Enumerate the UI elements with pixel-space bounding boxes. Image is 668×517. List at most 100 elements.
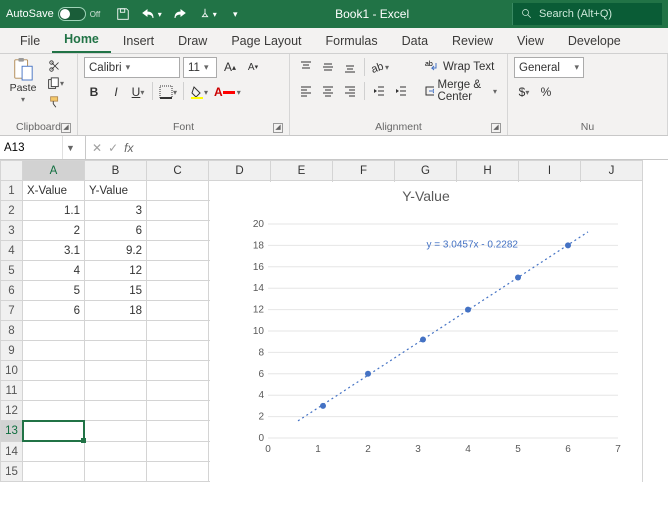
italic-button[interactable]: I — [106, 82, 126, 102]
row-header-12[interactable]: 12 — [1, 401, 23, 421]
row-header-11[interactable]: 11 — [1, 381, 23, 401]
col-header-H[interactable]: H — [457, 161, 519, 181]
cell-B10[interactable] — [85, 361, 147, 381]
orientation-button[interactable]: ab▾ — [369, 57, 391, 77]
cell-B9[interactable] — [85, 341, 147, 361]
cell-A2[interactable]: 1.1 — [23, 201, 85, 221]
cut-button[interactable] — [44, 57, 66, 74]
col-header-J[interactable]: J — [581, 161, 643, 181]
font-color-button[interactable]: A▾ — [212, 82, 243, 102]
cell-C2[interactable] — [147, 201, 209, 221]
align-center-button[interactable] — [318, 81, 338, 101]
cell-A1[interactable]: X-Value — [23, 181, 85, 201]
clipboard-dialog-launcher[interactable]: ◢ — [61, 123, 71, 133]
row-header-13[interactable]: 13 — [1, 421, 23, 442]
paste-button[interactable]: Paste ▾ — [6, 57, 40, 110]
cell-C12[interactable] — [147, 401, 209, 421]
tab-draw[interactable]: Draw — [166, 30, 219, 53]
bold-button[interactable]: B — [84, 82, 104, 102]
cell-A12[interactable] — [23, 401, 85, 421]
name-box-input[interactable] — [0, 142, 62, 154]
insert-function-button[interactable]: fx — [124, 141, 133, 155]
tab-file[interactable]: File — [8, 30, 52, 53]
formula-input[interactable] — [139, 136, 668, 159]
col-header-D[interactable]: D — [209, 161, 271, 181]
name-box-dropdown[interactable]: ▼ — [62, 136, 78, 159]
cell-B13[interactable] — [85, 421, 147, 442]
alignment-dialog-launcher[interactable]: ◢ — [491, 123, 501, 133]
wrap-text-button[interactable]: abWrap Text — [421, 57, 501, 77]
row-header-7[interactable]: 7 — [1, 301, 23, 321]
increase-font-button[interactable]: A▴ — [220, 57, 240, 77]
fill-color-button[interactable]: ▾ — [188, 82, 210, 102]
cell-C6[interactable] — [147, 281, 209, 301]
tab-view[interactable]: View — [505, 30, 556, 53]
decrease-indent-button[interactable] — [369, 81, 389, 101]
tab-review[interactable]: Review — [440, 30, 505, 53]
cell-A5[interactable]: 4 — [23, 261, 85, 281]
cell-C14[interactable] — [147, 442, 209, 462]
align-right-button[interactable] — [340, 81, 360, 101]
font-size-select[interactable]: 11▾ — [183, 57, 217, 78]
touch-mode-button[interactable]: ▾ — [194, 3, 220, 25]
row-header-8[interactable]: 8 — [1, 321, 23, 341]
borders-button[interactable]: ▾ — [157, 82, 179, 102]
tab-formulas[interactable]: Formulas — [314, 30, 390, 53]
cell-A10[interactable] — [23, 361, 85, 381]
row-header-3[interactable]: 3 — [1, 221, 23, 241]
align-bottom-button[interactable] — [340, 57, 360, 77]
cell-B4[interactable]: 9.2 — [85, 241, 147, 261]
cell-A7[interactable]: 6 — [23, 301, 85, 321]
cell-B7[interactable]: 18 — [85, 301, 147, 321]
cell-C10[interactable] — [147, 361, 209, 381]
cell-C9[interactable] — [147, 341, 209, 361]
col-header-E[interactable]: E — [271, 161, 333, 181]
cell-C8[interactable] — [147, 321, 209, 341]
underline-button[interactable]: U▾ — [128, 82, 148, 102]
cell-C3[interactable] — [147, 221, 209, 241]
cell-A11[interactable] — [23, 381, 85, 401]
cell-A13[interactable] — [23, 421, 84, 441]
autosave-toggle[interactable]: AutoSave Off — [0, 7, 106, 21]
cell-C5[interactable] — [147, 261, 209, 281]
cell-A8[interactable] — [23, 321, 85, 341]
row-header-14[interactable]: 14 — [1, 442, 23, 462]
cell-C11[interactable] — [147, 381, 209, 401]
align-left-button[interactable] — [296, 81, 316, 101]
cell-B15[interactable] — [85, 462, 147, 482]
number-format-select[interactable]: General▾ — [514, 57, 584, 78]
save-button[interactable] — [110, 3, 136, 25]
search-box[interactable]: Search (Alt+Q) — [512, 3, 662, 25]
col-header-C[interactable]: C — [147, 161, 209, 181]
cell-B11[interactable] — [85, 381, 147, 401]
cell-C1[interactable] — [147, 181, 209, 201]
cell-A4[interactable]: 3.1 — [23, 241, 85, 261]
qat-customize-button[interactable]: ▾ — [222, 3, 248, 25]
font-dialog-launcher[interactable]: ◢ — [273, 123, 283, 133]
enter-formula-icon[interactable]: ✓ — [108, 141, 118, 155]
redo-button[interactable] — [166, 3, 192, 25]
cell-A3[interactable]: 2 — [23, 221, 85, 241]
decrease-font-button[interactable]: A▾ — [243, 57, 263, 77]
merge-center-button[interactable]: Merge & Center▾ — [421, 81, 501, 101]
align-top-button[interactable] — [296, 57, 316, 77]
cell-A15[interactable] — [23, 462, 85, 482]
cell-B12[interactable] — [85, 401, 147, 421]
cell-B8[interactable] — [85, 321, 147, 341]
cell-C13[interactable] — [147, 421, 209, 442]
cell-B1[interactable]: Y-Value — [85, 181, 147, 201]
worksheet-grid[interactable]: ABCDEFGHIJ1X-ValueY-Value21.1332643.19.2… — [0, 160, 668, 517]
cell-B3[interactable]: 6 — [85, 221, 147, 241]
autosave-switch-icon[interactable] — [58, 7, 86, 21]
cell-A14[interactable] — [23, 442, 85, 462]
accounting-format-button[interactable]: $▾ — [514, 82, 534, 102]
row-header-15[interactable]: 15 — [1, 462, 23, 482]
undo-button[interactable]: ▾ — [138, 3, 164, 25]
cell-A9[interactable] — [23, 341, 85, 361]
cell-B2[interactable]: 3 — [85, 201, 147, 221]
increase-indent-button[interactable] — [391, 81, 411, 101]
col-header-G[interactable]: G — [395, 161, 457, 181]
font-name-select[interactable]: Calibri▾ — [84, 57, 180, 78]
name-box[interactable]: ▼ — [0, 136, 86, 159]
tab-home[interactable]: Home — [52, 28, 111, 53]
